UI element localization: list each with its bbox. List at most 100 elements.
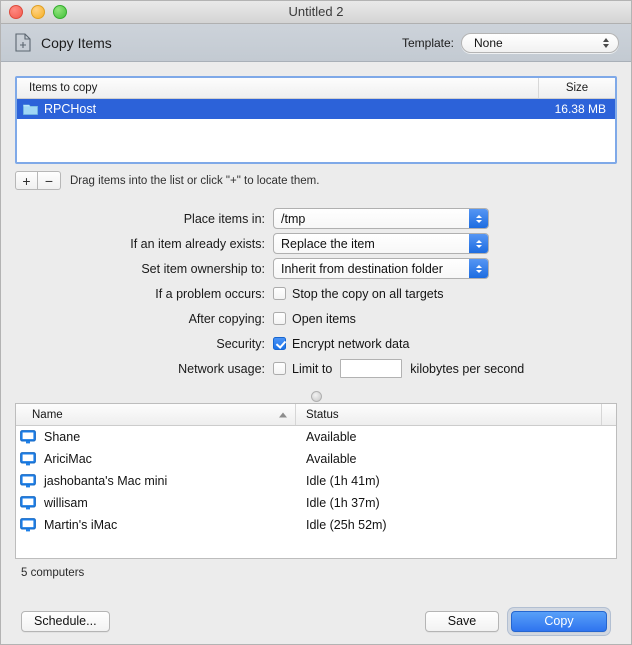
- computers-column-status[interactable]: Status: [296, 404, 602, 425]
- computer-name-cell: AriciMac: [16, 452, 296, 466]
- place-items-in-dropdown[interactable]: /tmp: [273, 208, 489, 229]
- item-name-cell: RPCHost: [17, 102, 530, 116]
- folder-icon: [23, 103, 38, 115]
- window-title: Untitled 2: [1, 1, 631, 23]
- computer-name: willisam: [44, 496, 88, 510]
- open-items-label: Open items: [292, 312, 356, 326]
- open-items-checkbox-row[interactable]: Open items: [273, 312, 356, 326]
- items-list-row[interactable]: RPCHost 16.38 MB: [17, 99, 615, 119]
- title-bar: Untitled 2: [1, 1, 631, 24]
- computer-status: Idle (25h 52m): [296, 518, 616, 532]
- items-column-size[interactable]: Size: [539, 78, 615, 98]
- options-form: Place items in: /tmp If an item already …: [1, 206, 631, 381]
- network-usage-label: Network usage:: [1, 362, 273, 376]
- computers-column-name-label: Name: [32, 409, 63, 421]
- computer-name-cell: Martin's iMac: [16, 518, 296, 532]
- place-items-in-value: /tmp: [281, 212, 305, 226]
- items-list-controls: + − Drag items into the list or click "+…: [15, 171, 631, 190]
- table-row[interactable]: Shane Available: [16, 426, 616, 448]
- limit-to-row: Limit to kilobytes per second: [273, 359, 524, 378]
- row-after-copying: After copying: Open items: [1, 306, 631, 331]
- place-items-in-label: Place items in:: [1, 212, 273, 226]
- document-plus-icon: [15, 33, 31, 52]
- stop-copy-checkbox-row[interactable]: Stop the copy on all targets: [273, 287, 443, 301]
- computer-name-cell: willisam: [16, 496, 296, 510]
- display-icon: [20, 496, 36, 510]
- encrypt-label: Encrypt network data: [292, 337, 409, 351]
- computers-table[interactable]: Name Status Shane Available: [15, 403, 617, 559]
- items-to-copy-list[interactable]: Items to copy Size RPCHost 16.38 MB: [15, 76, 617, 164]
- security-label: Security:: [1, 337, 273, 351]
- computer-name-cell: Shane: [16, 430, 296, 444]
- items-list-hint: Drag items into the list or click "+" to…: [70, 175, 319, 187]
- splitter-grip-icon[interactable]: [311, 391, 322, 402]
- limit-unit-label: kilobytes per second: [410, 362, 524, 376]
- computer-status: Available: [296, 452, 616, 466]
- add-item-button[interactable]: +: [15, 171, 38, 190]
- dropdown-stepper-icon: [469, 234, 488, 253]
- table-row[interactable]: Martin's iMac Idle (25h 52m): [16, 514, 616, 536]
- copy-items-window: Untitled 2 Copy Items Template: None Ite…: [0, 0, 632, 645]
- items-column-name[interactable]: Items to copy: [17, 78, 539, 98]
- footer-bar: Schedule... Save Copy: [1, 598, 631, 644]
- item-name: RPCHost: [44, 102, 96, 116]
- table-row[interactable]: jashobanta's Mac mini Idle (1h 41m): [16, 470, 616, 492]
- problem-label: If a problem occurs:: [1, 287, 273, 301]
- computer-name: Martin's iMac: [44, 518, 117, 532]
- display-icon: [20, 474, 36, 488]
- table-row[interactable]: AriciMac Available: [16, 448, 616, 470]
- dropdown-stepper-icon: [469, 209, 488, 228]
- row-if-exists: If an item already exists: Replace the i…: [1, 231, 631, 256]
- ownership-label: Set item ownership to:: [1, 262, 273, 276]
- after-copying-label: After copying:: [1, 312, 273, 326]
- items-list-header: Items to copy Size: [17, 78, 615, 99]
- encrypt-network-data-checkbox[interactable]: [273, 337, 286, 350]
- template-dropdown[interactable]: None: [461, 33, 619, 53]
- computer-name: jashobanta's Mac mini: [44, 474, 167, 488]
- computer-status: Idle (1h 37m): [296, 496, 616, 510]
- display-icon: [20, 518, 36, 532]
- schedule-button[interactable]: Schedule...: [21, 611, 110, 632]
- computer-status: Available: [296, 430, 616, 444]
- splitter[interactable]: [1, 389, 631, 403]
- computer-name: Shane: [44, 430, 80, 444]
- row-network-usage: Network usage: Limit to kilobytes per se…: [1, 356, 631, 381]
- window-body: Items to copy Size RPCHost 16.38 MB + − …: [1, 76, 631, 579]
- ownership-dropdown[interactable]: Inherit from destination folder: [273, 258, 489, 279]
- computer-status: Idle (1h 41m): [296, 474, 616, 488]
- task-title: Copy Items: [41, 35, 112, 51]
- row-security: Security: Encrypt network data: [1, 331, 631, 356]
- footer-actions: Save Copy: [425, 607, 611, 636]
- copy-button-focus-ring: Copy: [507, 607, 611, 636]
- computers-column-name[interactable]: Name: [16, 404, 296, 425]
- display-icon: [20, 430, 36, 444]
- stop-copy-checkbox[interactable]: [273, 287, 286, 300]
- open-items-checkbox[interactable]: [273, 312, 286, 325]
- row-ownership: Set item ownership to: Inherit from dest…: [1, 256, 631, 281]
- encrypt-checkbox-row[interactable]: Encrypt network data: [273, 337, 409, 351]
- limit-to-checkbox[interactable]: [273, 362, 286, 375]
- computers-count: 5 computers: [21, 567, 631, 579]
- computers-column-spacer: [602, 404, 616, 425]
- row-place-items-in: Place items in: /tmp: [1, 206, 631, 231]
- computer-name: AriciMac: [44, 452, 92, 466]
- template-label: Template:: [402, 36, 454, 50]
- if-exists-dropdown[interactable]: Replace the item: [273, 233, 489, 254]
- item-size: 16.38 MB: [530, 102, 615, 116]
- limit-value-input[interactable]: [340, 359, 402, 378]
- toolbar: Copy Items Template: None: [1, 24, 631, 62]
- stepper-arrows-icon: [603, 38, 609, 48]
- ownership-value: Inherit from destination folder: [281, 262, 443, 276]
- stop-copy-label: Stop the copy on all targets: [292, 287, 443, 301]
- computers-table-header: Name Status: [16, 404, 616, 426]
- if-exists-value: Replace the item: [281, 237, 375, 251]
- table-row[interactable]: willisam Idle (1h 37m): [16, 492, 616, 514]
- template-control-group: Template: None: [402, 33, 619, 53]
- computer-name-cell: jashobanta's Mac mini: [16, 474, 296, 488]
- copy-button[interactable]: Copy: [511, 611, 607, 632]
- sort-ascending-icon: [279, 412, 287, 417]
- remove-item-button[interactable]: −: [38, 171, 61, 190]
- row-problem: If a problem occurs: Stop the copy on al…: [1, 281, 631, 306]
- template-value: None: [474, 36, 503, 50]
- save-button[interactable]: Save: [425, 611, 499, 632]
